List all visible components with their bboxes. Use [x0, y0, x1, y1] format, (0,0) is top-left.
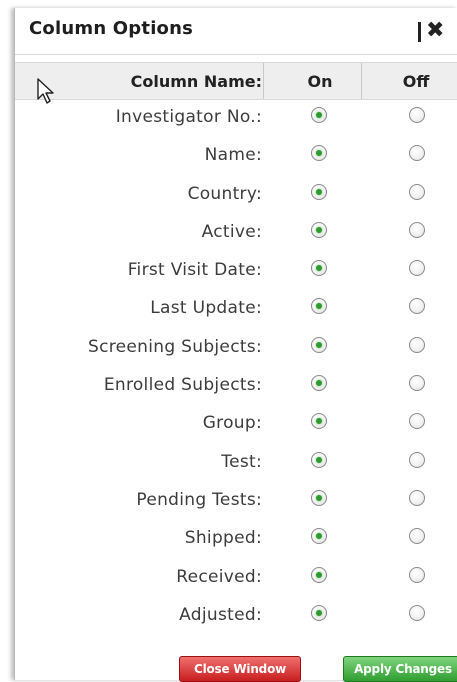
off-radio[interactable] — [409, 183, 425, 200]
on-radio[interactable] — [311, 489, 327, 506]
column-name-label: Shipped: — [184, 528, 262, 549]
mouse-pointer-icon — [37, 78, 54, 104]
off-radio[interactable] — [409, 336, 425, 353]
column-name-label: Received: — [176, 566, 262, 587]
off-radio[interactable] — [409, 413, 425, 430]
column-name-label: Investigator No.: — [115, 107, 262, 127]
close-divider — [418, 22, 421, 42]
dialog-title: Column Options — [29, 18, 194, 39]
off-radio[interactable] — [409, 145, 425, 162]
dialog-titlebar: Column Options ✖ — [15, 8, 457, 55]
column-name-label: Pending Tests: — [136, 489, 262, 510]
table-row: Investigator No.: — [15, 98, 457, 136]
column-options-dialog: Column Options ✖ Column Name: On Off Inv… — [14, 8, 457, 682]
table-row: First Visit Date: — [15, 251, 457, 289]
column-name-label: Test: — [221, 451, 262, 472]
off-radio[interactable] — [409, 221, 425, 238]
column-name-label: Adjusted: — [179, 604, 262, 625]
on-radio[interactable] — [311, 336, 327, 353]
table-row: Shipped: — [15, 519, 457, 557]
on-radio[interactable] — [311, 451, 327, 468]
table-row: Last Update: — [15, 289, 457, 327]
close-icon[interactable]: ✖ — [426, 17, 444, 45]
off-radio[interactable] — [409, 451, 425, 468]
off-radio[interactable] — [409, 604, 425, 621]
column-name-label: First Visit Date: — [127, 260, 262, 281]
off-radio[interactable] — [409, 489, 425, 506]
column-name-label: Last Update: — [150, 298, 262, 319]
on-radio[interactable] — [311, 604, 327, 621]
close-window-button[interactable]: Close Window — [179, 656, 301, 682]
on-radio[interactable] — [311, 260, 327, 277]
header-on: On — [307, 72, 333, 91]
table-row: Name: — [15, 136, 457, 174]
column-name-label: Name: — [204, 145, 262, 166]
table-row: Test: — [15, 443, 457, 481]
on-radio[interactable] — [311, 566, 327, 583]
column-name-label: Active: — [201, 221, 262, 242]
header-off: Off — [402, 72, 430, 91]
column-name-label: Country: — [187, 183, 262, 204]
on-radio[interactable] — [311, 183, 327, 200]
off-radio[interactable] — [409, 375, 425, 392]
column-divider — [361, 63, 362, 99]
table-row: Received: — [15, 558, 457, 596]
on-radio[interactable] — [311, 375, 327, 392]
table-row: Enrolled Subjects: — [15, 366, 457, 404]
column-option-list: Investigator No.: Name: Country: Active: Fir… — [15, 98, 457, 634]
table-row: Adjusted: — [15, 596, 457, 634]
on-radio[interactable] — [311, 107, 327, 123]
off-radio[interactable] — [409, 107, 425, 123]
on-radio[interactable] — [311, 298, 327, 315]
column-name-label: Screening Subjects: — [88, 336, 262, 357]
column-name-label: Group: — [202, 413, 262, 434]
off-radio[interactable] — [409, 566, 425, 583]
table-row: Screening Subjects: — [15, 328, 457, 366]
off-radio[interactable] — [409, 528, 425, 545]
table-row: Group: — [15, 404, 457, 442]
table-row: Country: — [15, 175, 457, 213]
on-radio[interactable] — [311, 413, 327, 430]
column-name-label: Enrolled Subjects: — [103, 375, 262, 396]
on-radio[interactable] — [311, 221, 327, 238]
off-radio[interactable] — [409, 260, 425, 277]
apply-changes-button[interactable]: Apply Changes — [343, 656, 457, 682]
table-row: Pending Tests: — [15, 481, 457, 519]
on-radio[interactable] — [311, 145, 327, 162]
on-radio[interactable] — [311, 528, 327, 545]
off-radio[interactable] — [409, 298, 425, 315]
header-column-name: Column Name: — [130, 72, 262, 91]
table-row: Active: — [15, 213, 457, 251]
column-divider — [263, 63, 264, 99]
table-header: Column Name: On Off — [15, 62, 457, 100]
close-dialog-button[interactable]: ✖ — [418, 17, 452, 45]
